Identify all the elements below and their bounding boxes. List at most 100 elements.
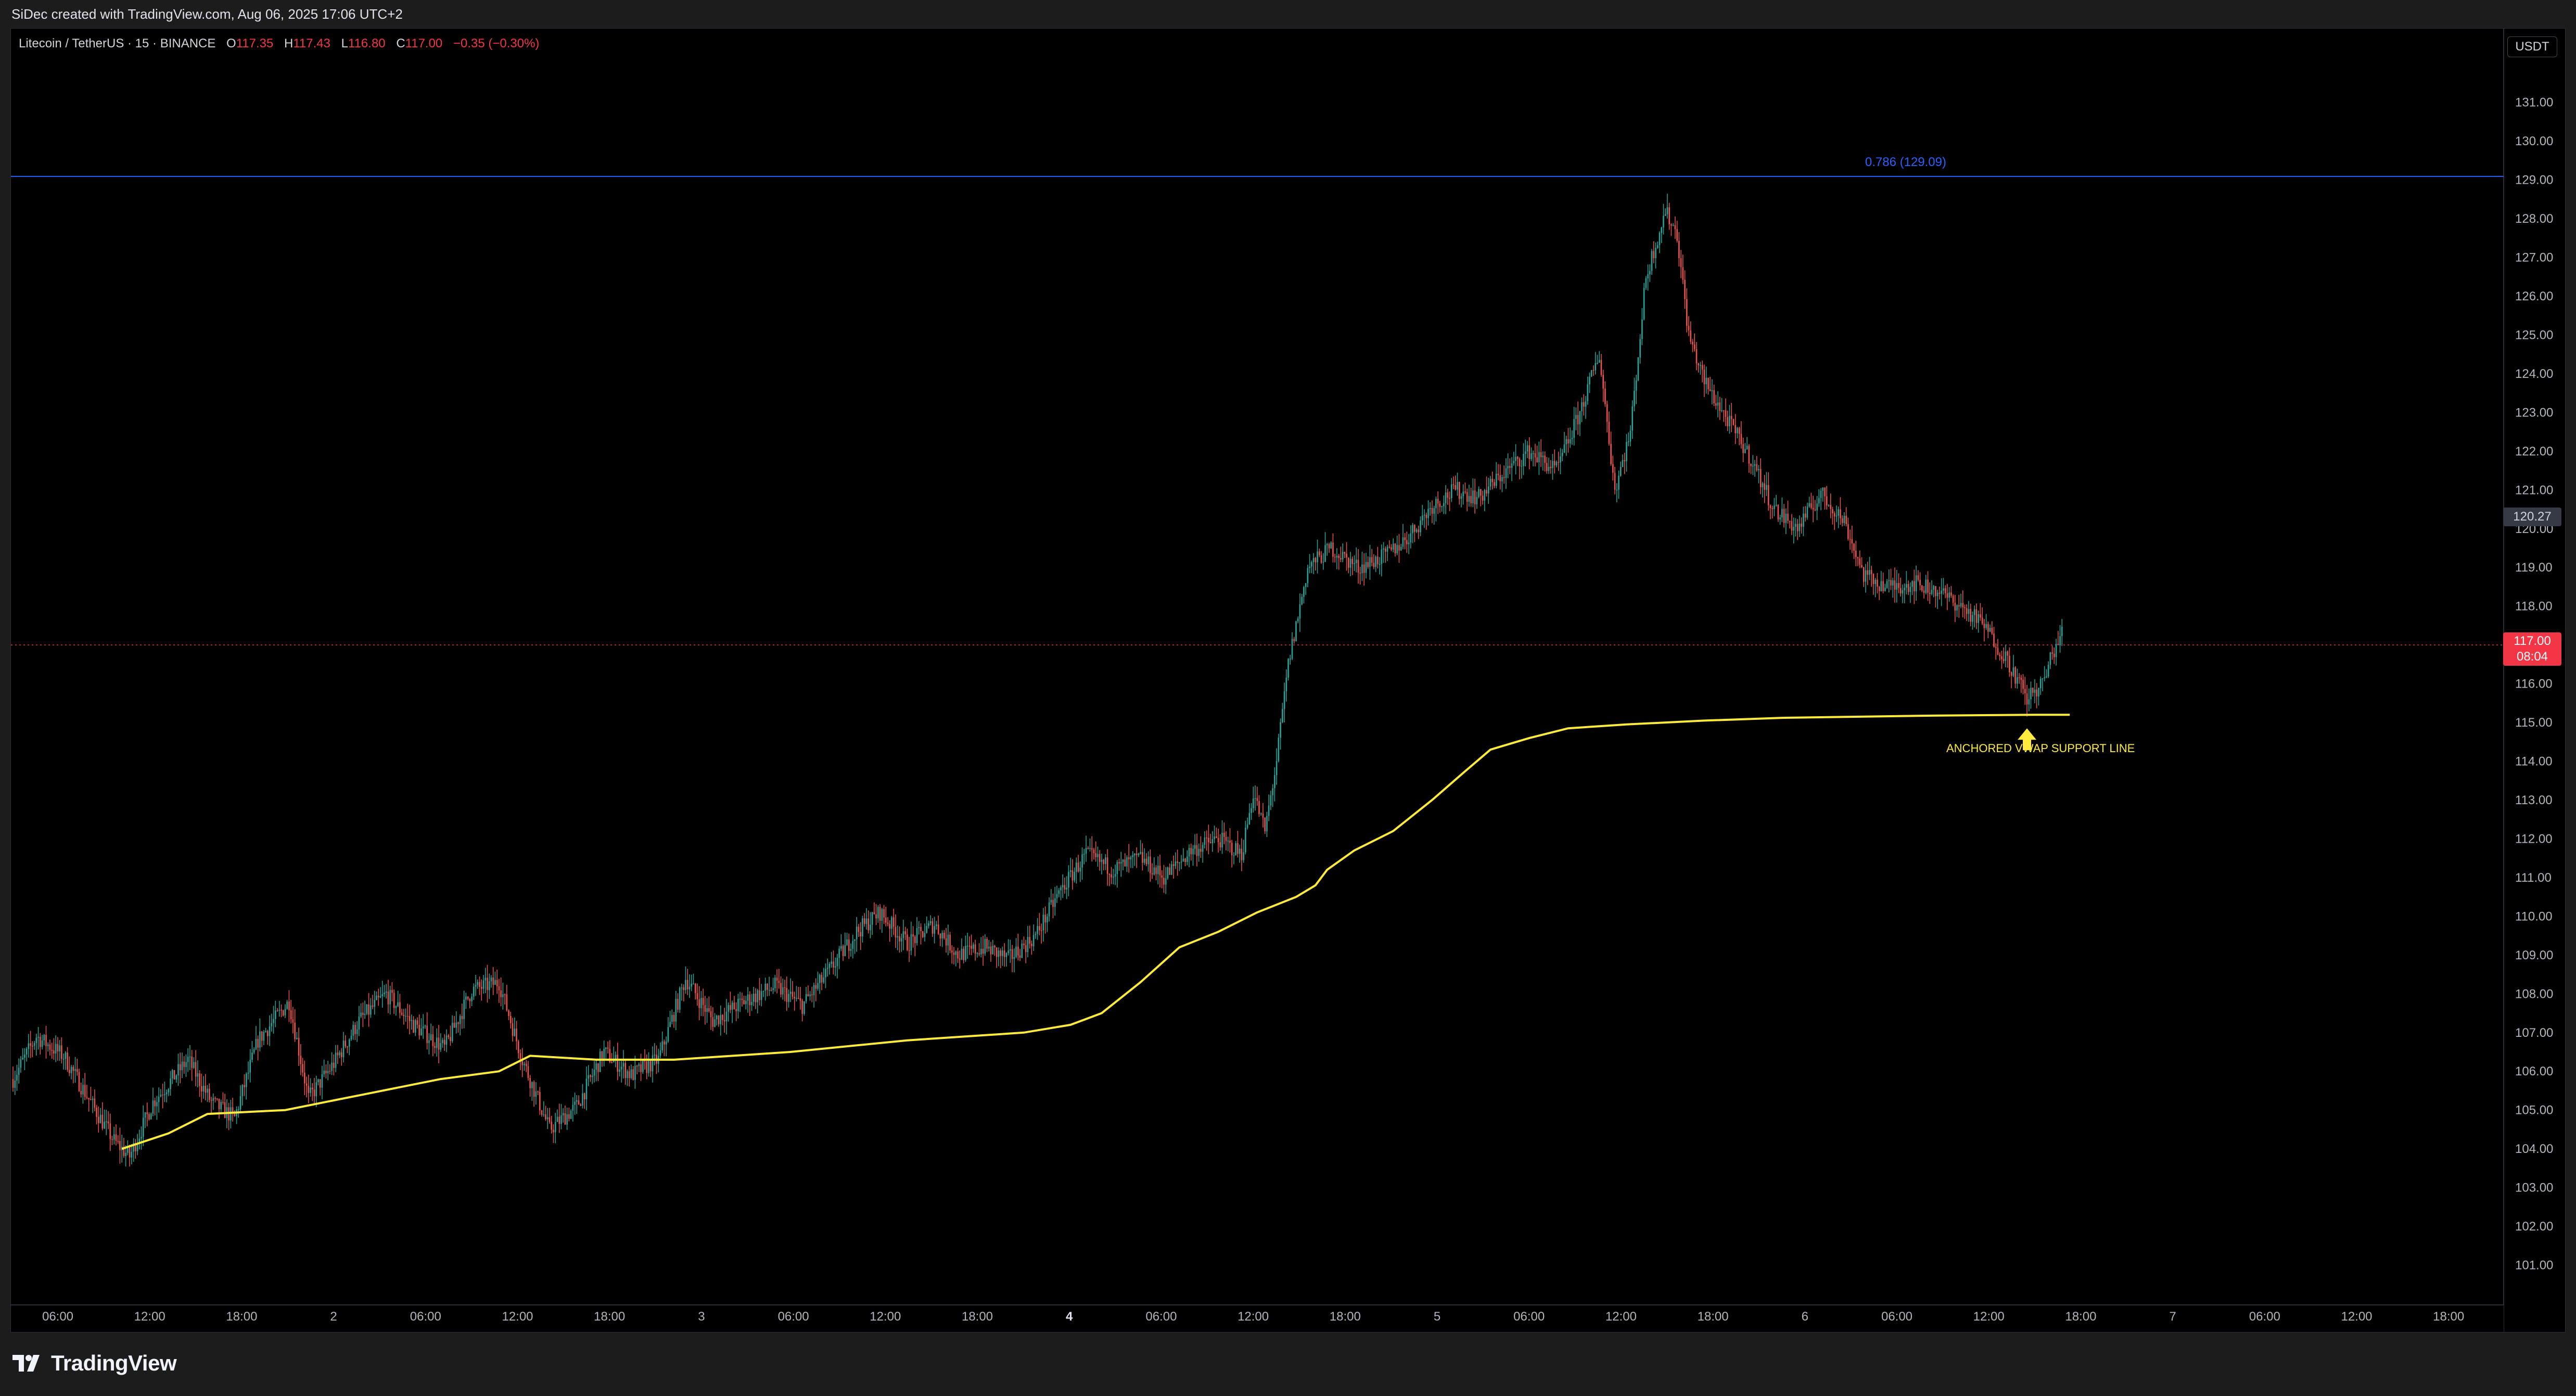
candle-body — [1138, 853, 1140, 855]
candle-body — [86, 1097, 88, 1098]
candle-body — [918, 927, 920, 929]
brand-name: TradingView — [51, 1351, 177, 1375]
candle-body — [669, 1022, 671, 1027]
candle-body — [179, 1064, 181, 1071]
candle-body — [144, 1112, 146, 1118]
candle-body — [624, 1063, 626, 1078]
price-axis[interactable]: 101.00 102.00 103.00 104.00 105.00 106.00 107.… — [2503, 29, 2565, 1332]
candle-body — [141, 1137, 142, 1139]
candle-body — [1278, 738, 1280, 762]
candle-body — [591, 1075, 593, 1077]
candle-body — [1771, 508, 1773, 509]
time-tick-label: 06:00 — [1513, 1310, 1545, 1324]
candle-body — [1151, 873, 1153, 875]
candle-body — [932, 921, 934, 934]
candle-body — [1793, 527, 1795, 531]
high-value: 117.43 — [293, 36, 330, 50]
candle-body — [482, 980, 484, 989]
price-tick-label: 106.00 — [2515, 1064, 2553, 1078]
candle-body — [2020, 677, 2022, 680]
candle-body — [545, 1114, 546, 1120]
candle-body — [671, 1014, 673, 1022]
candle-body — [2010, 672, 2012, 676]
candle-body — [1954, 602, 1956, 611]
candle-body — [910, 934, 912, 951]
candle-body — [1546, 463, 1548, 471]
candle-body — [1312, 557, 1315, 563]
candle-body — [1688, 325, 1690, 331]
candle-body — [1202, 845, 1204, 852]
candle-body — [2038, 688, 2039, 697]
price-tick-label: 105.00 — [2515, 1103, 2553, 1118]
candle-body — [1515, 456, 1516, 461]
candle-body — [1929, 592, 1931, 594]
last-price-value: 117.00 — [2514, 634, 2551, 648]
candle-body — [1209, 842, 1212, 844]
price-tick-label: 103.00 — [2515, 1181, 2553, 1195]
candle-body — [1732, 418, 1735, 425]
candle-body — [1443, 503, 1445, 506]
candle-body — [1742, 444, 1744, 453]
candle-body — [1880, 581, 1882, 591]
candle-body — [1449, 498, 1450, 499]
price-tick-label: 119.00 — [2515, 561, 2553, 575]
candle-body — [142, 1118, 144, 1137]
candle-body — [1002, 950, 1003, 956]
candle-body — [62, 1059, 65, 1060]
candle-body — [391, 989, 393, 993]
candle-body — [1099, 854, 1101, 862]
candle-body — [1396, 545, 1398, 553]
candle-body — [218, 1099, 220, 1110]
candle-body — [889, 924, 891, 929]
time-tick-label: 12:00 — [1238, 1310, 1269, 1324]
symbol-legend[interactable]: Litecoin / TetherUS · 15 · BINANCE O117.… — [19, 36, 539, 51]
candle-body — [152, 1100, 154, 1114]
candle-body — [1729, 415, 1730, 426]
fib-level-label: 0.786 (129.09) — [1865, 155, 1946, 169]
candle-body — [1507, 466, 1509, 468]
candle-body — [1950, 592, 1952, 596]
candle-body — [1219, 842, 1221, 847]
candle-body — [1818, 498, 1820, 504]
candle-body — [1752, 465, 1754, 467]
currency-unit-button[interactable]: USDT — [2507, 36, 2557, 57]
symbol-name: Litecoin / TetherUS · 15 · BINANCE — [19, 36, 216, 50]
time-axis[interactable]: 06:00 12:00 18:00 2 06:00 12:00 18:00 3 06:00 12:… — [11, 1304, 2504, 1332]
candle-body — [129, 1147, 131, 1158]
chart-pane[interactable]: 101.00 102.00 103.00 104.00 105.00 106.00 107.… — [10, 28, 2566, 1332]
candle-body — [1010, 949, 1011, 951]
candle-body — [1877, 579, 1878, 587]
candle-body — [1223, 833, 1225, 837]
time-tick-label: 18:00 — [2433, 1310, 2464, 1324]
candle-body — [1023, 943, 1025, 945]
candle-body — [111, 1139, 113, 1140]
candle-body — [984, 938, 986, 954]
candle-body — [1000, 950, 1001, 956]
candle-body — [710, 1011, 712, 1018]
candle-body — [924, 933, 926, 937]
candle-body — [1167, 867, 1169, 879]
candle-body — [1462, 491, 1464, 497]
candle-body — [560, 1115, 562, 1124]
bar-countdown: 08:04 — [2516, 650, 2548, 664]
candle-body — [871, 912, 873, 925]
candlestick-chart[interactable]: 101.00 102.00 103.00 104.00 105.00 106.00 107.… — [11, 29, 2565, 1332]
candle-body — [2042, 678, 2044, 679]
tradingview-logo[interactable]: TradingView — [12, 1351, 177, 1376]
candle-body — [1344, 552, 1346, 554]
candle-body — [448, 1035, 450, 1037]
candle-body — [1196, 845, 1198, 856]
candle-body — [574, 1101, 576, 1105]
candle-body — [1946, 593, 1948, 598]
candle-body — [521, 1061, 524, 1065]
candle-body — [467, 996, 469, 999]
candle-body — [1451, 484, 1452, 498]
candle-body — [1816, 503, 1818, 511]
candle-body — [1840, 509, 1841, 518]
vwap-annotation-text[interactable]: ANCHORED VWAP SUPPORT LINE — [1946, 742, 2135, 755]
candle-body — [1309, 566, 1310, 568]
candle-body — [1136, 853, 1138, 855]
candle-body — [1894, 580, 1896, 590]
candle-body — [679, 987, 681, 1010]
anchored-vwap-line[interactable] — [121, 714, 2070, 1150]
